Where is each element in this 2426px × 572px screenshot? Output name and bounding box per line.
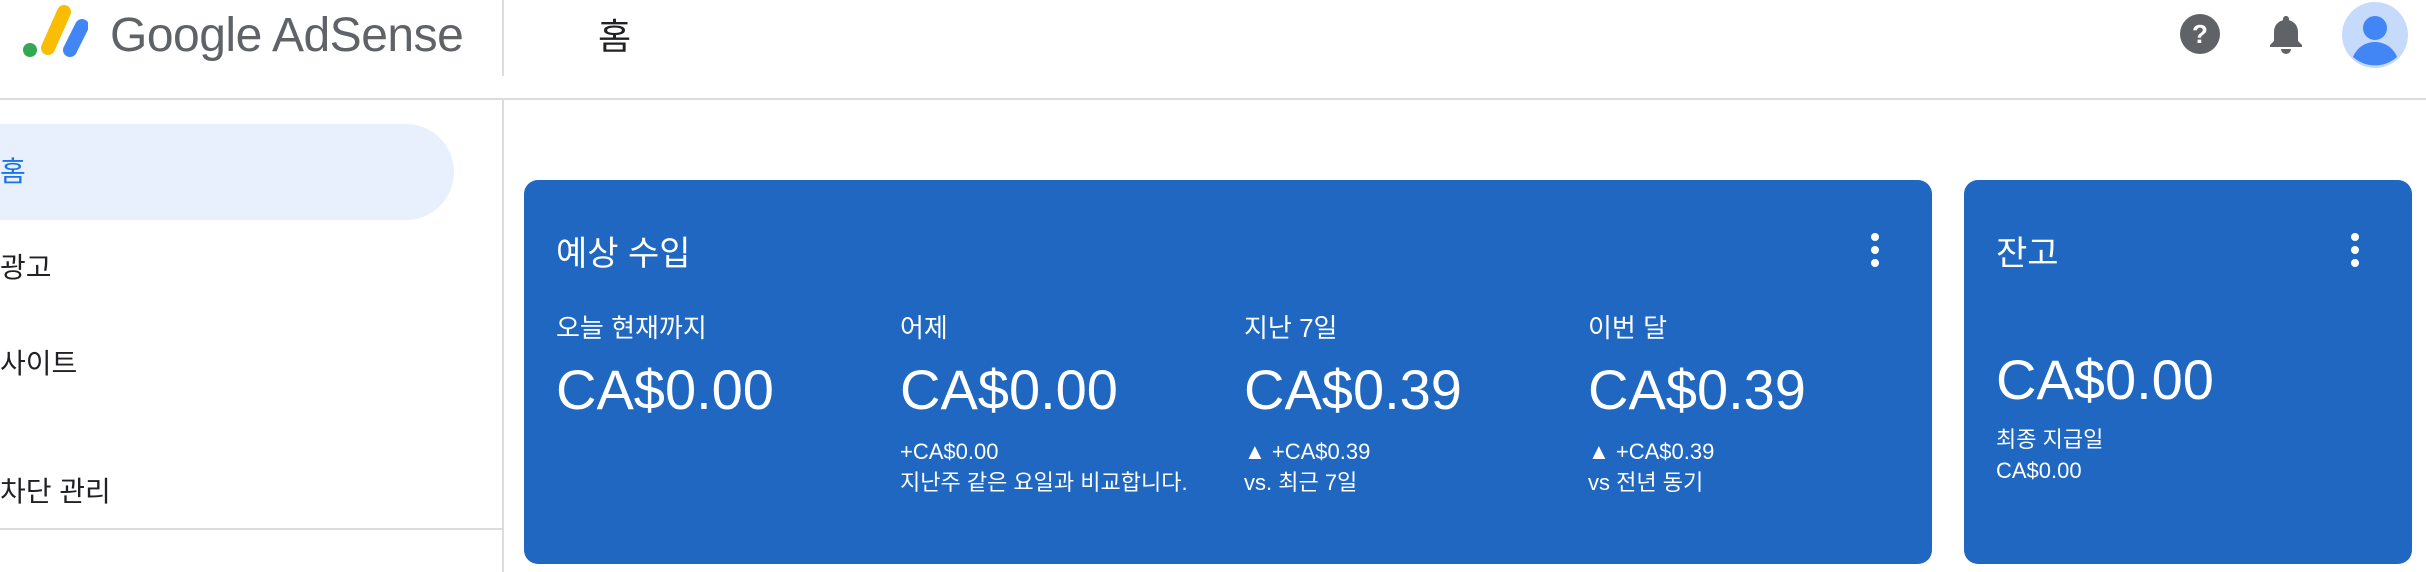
metric-label: 어제 [900, 313, 948, 343]
metric-change: +CA$0.00 [900, 439, 999, 464]
account-avatar-icon[interactable] [2342, 2, 2408, 68]
metric-comparison: vs 전년 동기 [1588, 470, 1704, 495]
metric-last-7-days: 지난 7일 CA$0.39 ▲ +CA$0.39 vs. 최근 7일 [1244, 310, 1584, 498]
estimated-earnings-card[interactable]: 예상 수입 오늘 현재까지 CA$0.00 어제 CA$0.00 +CA$0.0… [524, 180, 1932, 564]
sidebar-item-ads[interactable]: 광고 [0, 220, 52, 316]
svg-text:?: ? [2192, 19, 2208, 49]
card-title: 잔고 [1996, 235, 2059, 273]
metric-today: 오늘 현재까지 CA$0.00 [556, 310, 896, 430]
adsense-logo-icon[interactable] [18, 2, 88, 64]
sidebar-item-home[interactable]: 홈 [0, 124, 454, 220]
metric-this-month: 이번 달 CA$0.39 ▲ +CA$0.39 vs 전년 동기 [1588, 310, 1928, 498]
help-icon[interactable]: ? [2178, 12, 2222, 56]
sidebar-item-blocking-controls[interactable]: 차단 관리 [0, 444, 111, 540]
metric-label: 이번 달 [1588, 313, 1667, 343]
sidebar-nav: 홈 광고 사이트 차단 관리 [0, 100, 504, 572]
metric-value: CA$0.39 [1244, 358, 1462, 421]
metric-label: 오늘 현재까지 [556, 313, 707, 343]
metric-value: CA$0.00 [900, 358, 1118, 421]
notifications-bell-icon[interactable] [2264, 12, 2308, 56]
metric-value: CA$0.00 [556, 358, 774, 421]
metric-comparison: 지난주 같은 요일과 비교합니다. [900, 470, 1188, 495]
last-payment-label: 최종 지급일 [1996, 427, 2104, 452]
more-options-icon[interactable] [2350, 232, 2360, 268]
last-payment-info: 최종 지급일 CA$0.00 [1996, 424, 2103, 486]
balance-value: CA$0.00 [1996, 348, 2214, 411]
top-app-bar: Google AdSense 홈 ? [0, 0, 2426, 100]
sidebar-item-sites[interactable]: 사이트 [0, 316, 77, 412]
metric-comparison: vs. 최근 7일 [1244, 470, 1358, 495]
balance-card[interactable]: 잔고 CA$0.00 최종 지급일 CA$0.00 [1964, 180, 2412, 564]
metric-change: ▲ +CA$0.39 [1244, 439, 1371, 464]
metric-value: CA$0.39 [1588, 358, 1806, 421]
page-title: 홈 [598, 16, 632, 57]
metric-label: 지난 7일 [1244, 313, 1338, 343]
brand-name[interactable]: Google AdSense [110, 8, 464, 63]
card-title: 예상 수입 [556, 235, 691, 273]
metric-change: ▲ +CA$0.39 [1588, 439, 1715, 464]
header-divider [502, 0, 504, 76]
last-payment-value: CA$0.00 [1996, 458, 2082, 483]
more-options-icon[interactable] [1870, 232, 1880, 268]
metric-yesterday: 어제 CA$0.00 +CA$0.00 지난주 같은 요일과 비교합니다. [900, 310, 1240, 498]
